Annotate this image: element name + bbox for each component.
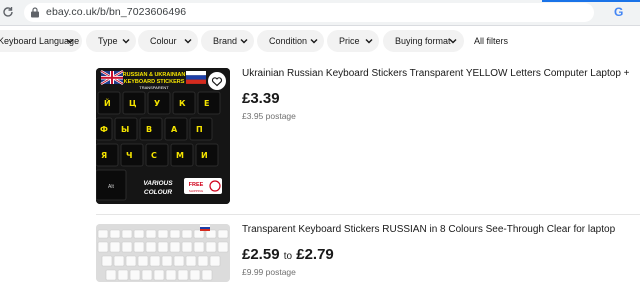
svg-text:П: П <box>196 125 203 134</box>
reload-icon[interactable] <box>2 6 14 18</box>
url-field[interactable]: ebay.co.uk/b/bn_7023606496 <box>24 3 594 22</box>
chevron-down-icon <box>365 39 373 44</box>
svg-text:К: К <box>179 99 186 108</box>
filter-buying-format[interactable]: Buying format <box>383 30 464 52</box>
white-keyboard-photo <box>96 224 230 282</box>
item-title[interactable]: Ukrainian Russian Keyboard Stickers Tran… <box>242 68 630 79</box>
item-image[interactable] <box>96 224 230 282</box>
filter-label: Type <box>98 36 118 46</box>
chevron-down-icon <box>184 39 192 44</box>
chevron-down-icon <box>66 39 74 44</box>
filter-keyboard-language[interactable]: Keyboard Language <box>0 30 82 52</box>
chevron-down-icon <box>449 39 457 44</box>
chevron-down-icon <box>310 39 318 44</box>
filter-label: Condition <box>269 36 308 46</box>
filter-label: Buying format <box>395 36 451 46</box>
item-price: £3.39 <box>242 90 280 107</box>
filter-type[interactable]: Type <box>86 30 136 52</box>
lock-icon[interactable] <box>30 7 40 18</box>
tab-highlight <box>542 0 640 2</box>
promo-line2: COLOUR <box>144 189 172 196</box>
price-from: £2.59 <box>242 246 280 263</box>
item-divider <box>96 214 640 215</box>
banner-line1: RUSSIAN & UKRAINIAN <box>123 72 186 78</box>
svg-text:Ч: Ч <box>126 151 132 160</box>
svg-text:В: В <box>146 125 152 134</box>
svg-text:Ф: Ф <box>100 125 108 134</box>
filter-condition[interactable]: Condition <box>257 30 324 52</box>
svg-text:Ц: Ц <box>129 99 136 108</box>
chevron-down-icon <box>122 39 130 44</box>
item-postage: £9.99 postage <box>242 267 296 277</box>
russia-flag-icon <box>186 71 206 84</box>
heart-icon <box>211 77 223 87</box>
russia-flag-icon <box>200 225 210 231</box>
uk-flag-icon <box>100 69 124 86</box>
filter-label: Colour <box>150 36 177 46</box>
svg-text:Я: Я <box>101 151 107 160</box>
item-price-range: £2.59 to £2.79 <box>242 246 334 263</box>
chevron-down-icon <box>240 39 248 44</box>
browser-address-bar: ebay.co.uk/b/bn_7023606496 G <box>0 0 640 26</box>
svg-text:У: У <box>154 99 160 108</box>
free-sub-label: SHIPPING <box>189 189 204 193</box>
svg-text:М: М <box>176 151 184 160</box>
price-to: £2.79 <box>296 246 334 263</box>
svg-text:Й: Й <box>104 97 111 108</box>
price-to-word: to <box>283 251 293 262</box>
filter-price[interactable]: Price <box>327 30 379 52</box>
watch-button[interactable] <box>208 72 226 90</box>
filter-colour[interactable]: Colour <box>138 30 198 52</box>
svg-text:И: И <box>201 151 208 160</box>
svg-text:Ы: Ы <box>121 125 129 134</box>
all-filters-link[interactable]: All filters <box>474 30 508 52</box>
free-label: FREE <box>189 182 204 188</box>
svg-text:С: С <box>151 151 157 160</box>
promo-line1: VARIOUS <box>143 180 173 187</box>
url-text: ebay.co.uk/b/bn_7023606496 <box>46 6 187 18</box>
banner-line3: TRANSPARENT <box>139 85 169 90</box>
item-postage: £3.95 postage <box>242 111 296 121</box>
svg-text:Е: Е <box>204 99 209 108</box>
filter-label: Price <box>339 36 360 46</box>
item-title[interactable]: Transparent Keyboard Stickers RUSSIAN in… <box>242 224 615 235</box>
filter-bar: Keyboard Language Type Colour Brand Cond… <box>0 30 640 54</box>
svg-text:А: А <box>171 125 178 134</box>
filter-label: Brand <box>213 36 238 46</box>
google-extension-icon[interactable]: G <box>614 5 628 19</box>
filter-brand[interactable]: Brand <box>201 30 254 52</box>
key-alt-label: Alt <box>108 184 114 190</box>
